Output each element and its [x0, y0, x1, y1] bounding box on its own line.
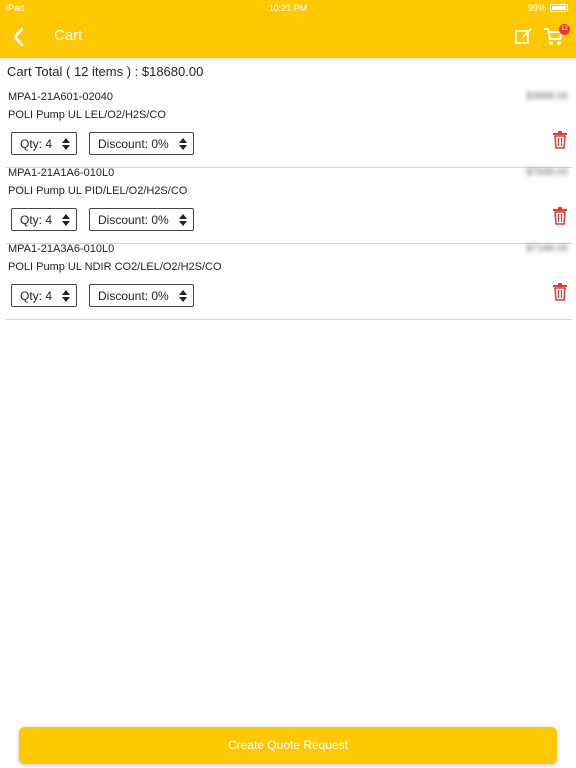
- select-arrows-icon: [179, 214, 187, 226]
- qty-select[interactable]: Qty: 4: [11, 132, 77, 155]
- discount-value: Discount: 0%: [98, 288, 169, 303]
- item-name: POLI Pump UL NDIR CO2/LEL/O2/H2S/CO: [8, 261, 222, 273]
- qty-value: Qty: 4: [20, 212, 53, 227]
- discount-select[interactable]: Discount: 0%: [89, 284, 194, 307]
- cart-total: Cart Total ( 12 items ) : $18680.00: [7, 64, 204, 79]
- status-bar: iPad 10:21 PM 99%: [0, 0, 576, 16]
- battery-percent: 99%: [527, 3, 546, 13]
- select-arrows-icon: [179, 138, 187, 150]
- discount-select[interactable]: Discount: 0%: [89, 132, 194, 155]
- battery-icon: [550, 4, 568, 12]
- app-header: iPad 10:21 PM 99% Cart 12: [0, 0, 576, 58]
- nav-bar: Cart 12: [0, 16, 576, 58]
- cart-item: MPA1-21A601-02040 POLI Pump UL LEL/O2/H2…: [6, 91, 572, 168]
- page-title: Cart: [54, 27, 83, 44]
- cart-count-badge: 12: [559, 24, 570, 35]
- trash-icon[interactable]: [552, 283, 568, 301]
- item-sku: MPA1-21A1A6-010L0: [8, 167, 115, 179]
- battery-status: 99%: [528, 3, 568, 13]
- select-arrows-icon: [179, 290, 187, 302]
- qty-value: Qty: 4: [20, 288, 53, 303]
- trash-icon[interactable]: [552, 207, 568, 225]
- select-arrows-icon: [62, 138, 70, 150]
- item-name: POLI Pump UL LEL/O2/H2S/CO: [8, 109, 166, 121]
- discount-select[interactable]: Discount: 0%: [89, 208, 194, 231]
- cart-item: MPA1-21A3A6-010L0 POLI Pump UL NDIR CO2/…: [6, 243, 572, 320]
- item-price: $7188.00: [526, 243, 568, 254]
- item-name: POLI Pump UL PID/LEL/O2/H2S/CO: [8, 185, 188, 197]
- edit-icon[interactable]: [514, 26, 534, 46]
- status-time: 10:21 PM: [268, 3, 308, 13]
- item-sku: MPA1-21A601-02040: [8, 91, 113, 103]
- item-price: $3888.00: [526, 91, 568, 102]
- back-chevron-icon[interactable]: [8, 24, 30, 50]
- cart-item: MPA1-21A1A6-010L0 POLI Pump UL PID/LEL/O…: [6, 167, 572, 244]
- qty-select[interactable]: Qty: 4: [11, 284, 77, 307]
- qty-value: Qty: 4: [20, 136, 53, 151]
- item-sku: MPA1-21A3A6-010L0: [8, 243, 115, 255]
- select-arrows-icon: [62, 214, 70, 226]
- trash-icon[interactable]: [552, 131, 568, 149]
- qty-select[interactable]: Qty: 4: [11, 208, 77, 231]
- create-quote-request-button[interactable]: Create Quote Request: [19, 727, 557, 764]
- select-arrows-icon: [62, 290, 70, 302]
- discount-value: Discount: 0%: [98, 136, 169, 151]
- discount-value: Discount: 0%: [98, 212, 169, 227]
- item-price: $7688.00: [526, 167, 568, 178]
